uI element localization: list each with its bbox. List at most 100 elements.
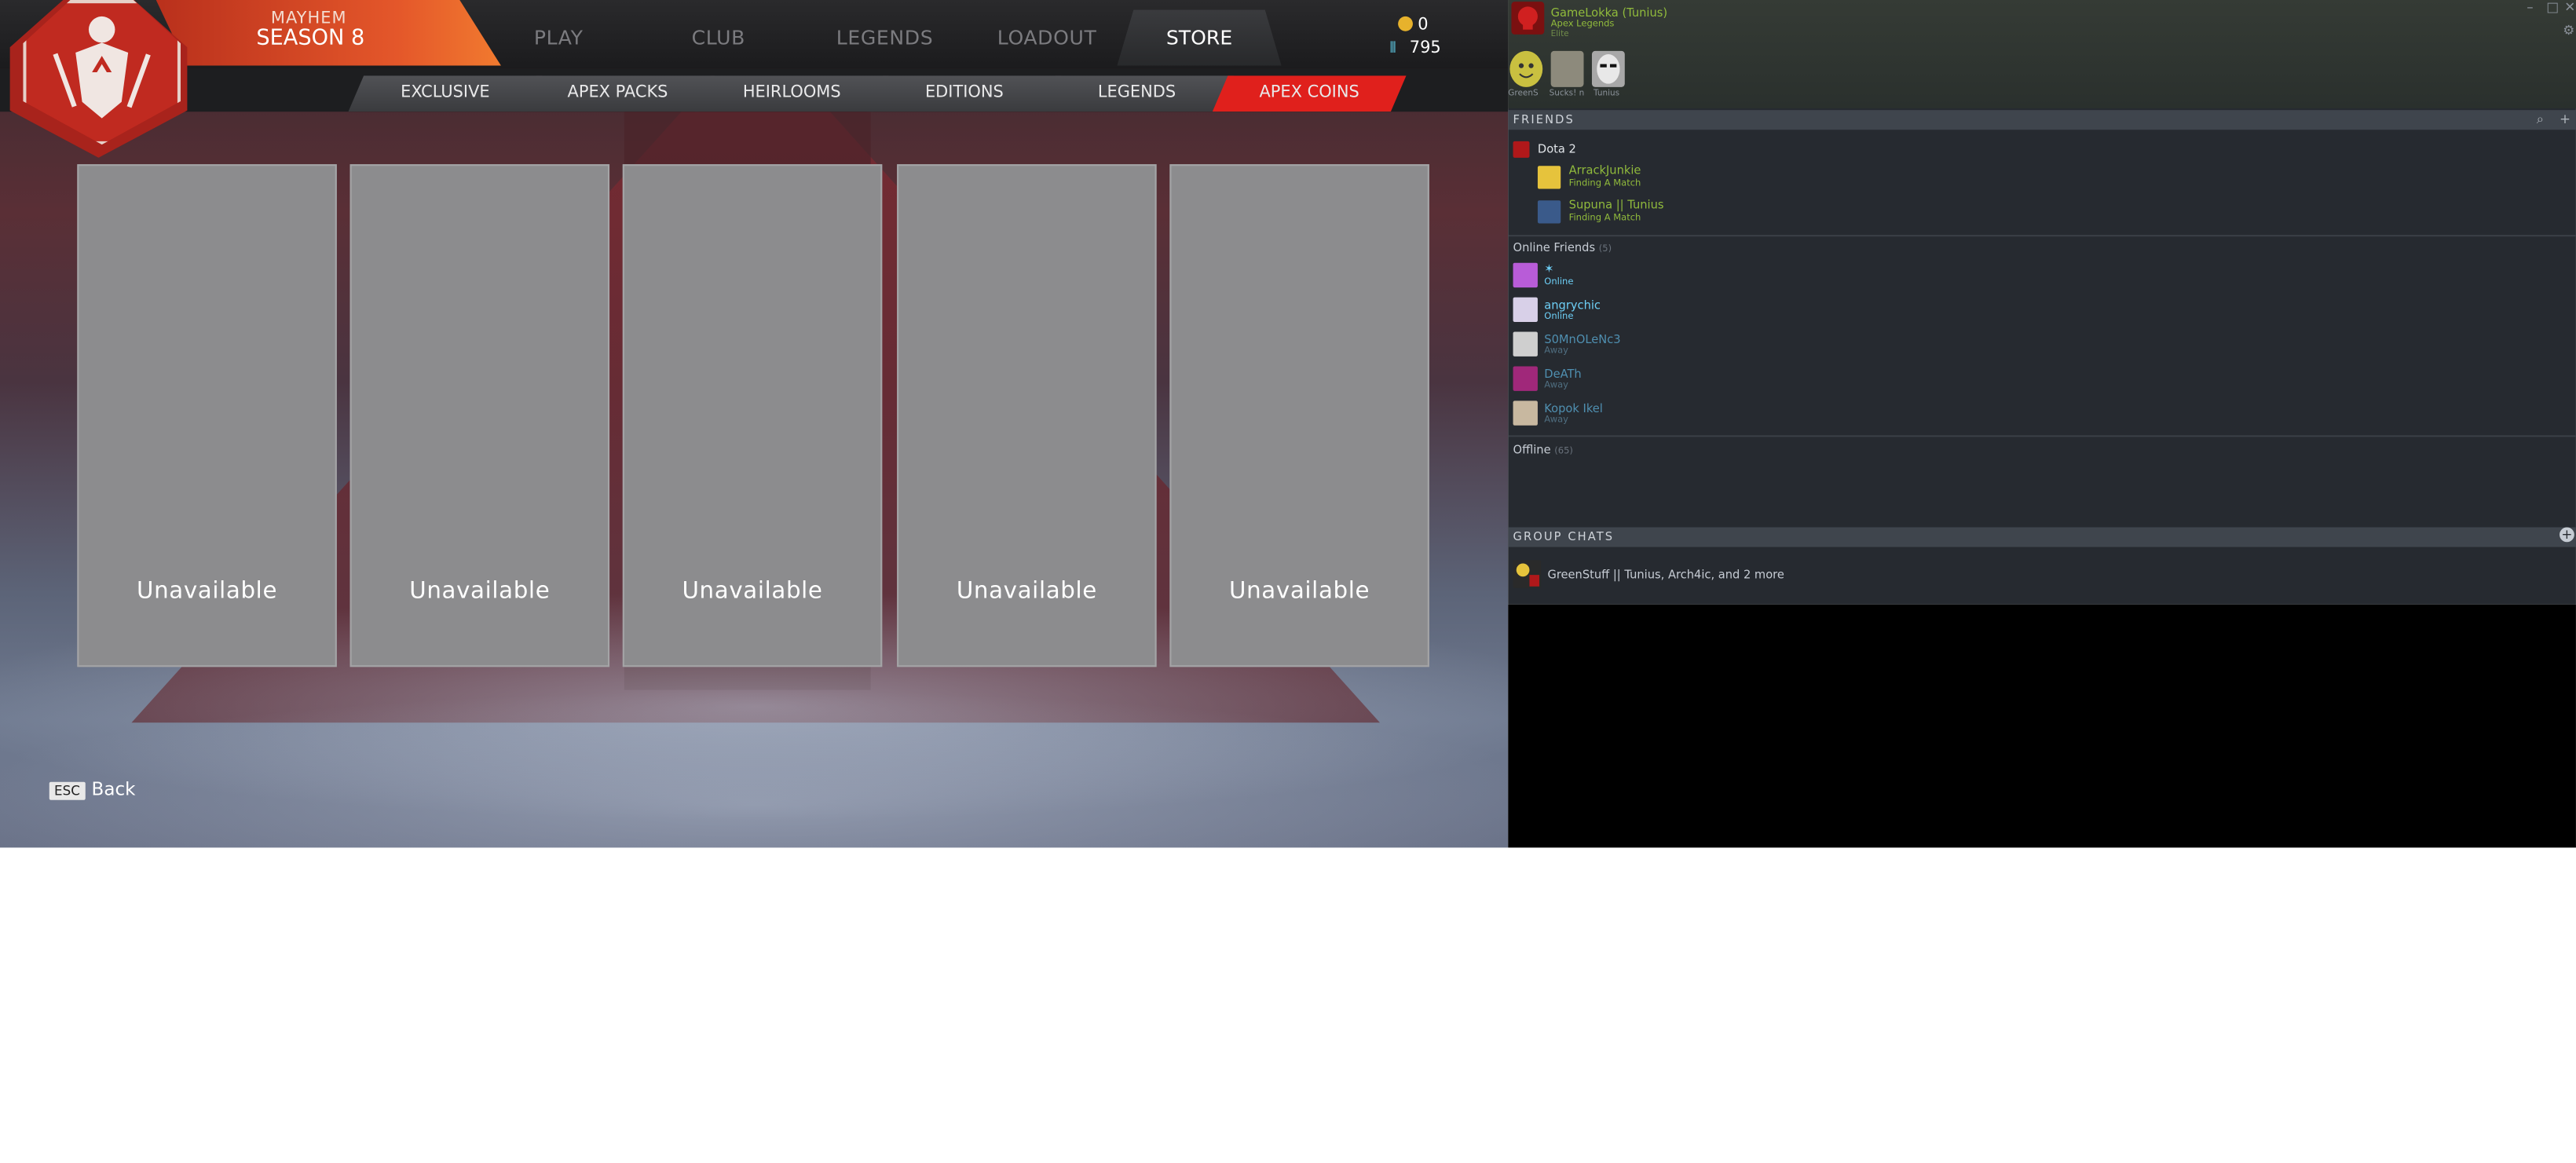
friend-avatar[interactable] — [1537, 166, 1561, 189]
favorite-label: Tunius — [1594, 88, 1620, 99]
maximize-icon[interactable]: □ — [2546, 0, 2559, 15]
subtab-exclusive[interactable]: EXCLUSIVE — [348, 75, 543, 112]
tab-play[interactable]: PLAY — [534, 26, 584, 49]
card-status: Unavailable — [682, 578, 823, 605]
subtab-label: APEX COINS — [1259, 83, 1359, 102]
offline-label: Offline — [1513, 443, 1551, 457]
user-rich-presence: Elite — [1550, 29, 1569, 40]
settings-gear-icon[interactable]: ⚙ — [2563, 23, 2574, 38]
add-group-chat-icon[interactable]: + — [2560, 527, 2574, 543]
favorite-label: GreenS — [1508, 88, 1539, 99]
subtab-apex-coins[interactable]: APEX COINS — [1212, 75, 1407, 112]
tab-club[interactable]: CLUB — [692, 26, 745, 49]
friend-status: Online — [1544, 312, 1574, 322]
steam-friends-window: GameLokka (Tunius) Apex Legends Elite – … — [1508, 0, 2576, 605]
coin-offer-card[interactable]: Unavailable — [1169, 164, 1429, 667]
skull-avatar-icon — [1517, 6, 1538, 30]
group-chat-name[interactable]: GreenStuff || Tunius, Arch4ic, and 2 mor… — [1547, 569, 1784, 582]
subtab-heirlooms[interactable]: HEIRLOOMS — [694, 75, 889, 112]
divider — [1508, 235, 2576, 237]
friends-header-label: FRIENDS — [1513, 113, 1575, 127]
card-status: Unavailable — [409, 578, 551, 605]
season-label: SEASON 8 — [256, 26, 365, 51]
steam-user-header — [1508, 0, 2576, 109]
mask-icon — [1597, 54, 1620, 84]
friend-avatar[interactable] — [1537, 200, 1561, 224]
friend-status: Away — [1544, 346, 1568, 357]
group-chats-label: GROUP CHATS — [1513, 530, 1615, 544]
friend-avatar[interactable] — [1513, 366, 1538, 391]
card-status: Unavailable — [956, 578, 1097, 605]
friend-status: Away — [1544, 415, 1568, 426]
back-label: Back — [91, 778, 136, 800]
friend-name[interactable]: DeATh — [1544, 368, 1581, 382]
online-friends-count: (5) — [1598, 244, 1612, 255]
friend-status: Finding A Match — [1568, 213, 1641, 224]
online-friends-header[interactable]: Online Friends (5) — [1513, 241, 1612, 254]
divider — [1508, 435, 2576, 437]
tab-loadout[interactable]: LOADOUT — [997, 26, 1097, 49]
online-friends-label: Online Friends — [1513, 241, 1596, 255]
smiley-icon — [1518, 63, 1534, 79]
apex-coins-balance: 0 — [1398, 16, 1429, 35]
coin-offer-card[interactable]: Unavailable — [77, 164, 337, 667]
card-status: Unavailable — [1229, 578, 1370, 605]
friend-status: Finding A Match — [1568, 179, 1641, 189]
friend-name[interactable]: Supuna || Tunius — [1569, 199, 1664, 212]
favorite-avatar[interactable] — [1591, 50, 1625, 87]
tab-store[interactable]: STORE — [1117, 9, 1282, 66]
friend-avatar[interactable] — [1513, 297, 1538, 322]
coin-offer-card[interactable]: Unavailable — [622, 164, 883, 667]
user-name[interactable]: GameLokka (Tunius) — [1551, 6, 1667, 20]
offline-friends-header[interactable]: Offline (65) — [1513, 444, 1573, 457]
favorite-label: Sucks! n — [1549, 88, 1585, 99]
friend-name[interactable]: angrychic — [1544, 299, 1601, 313]
friend-name[interactable]: Kopok Ikel — [1544, 402, 1603, 415]
group-chat-avatar[interactable] — [1513, 560, 1542, 588]
dota2-icon — [1513, 141, 1530, 158]
friend-name[interactable]: S0MnOLeNc3 — [1544, 334, 1620, 347]
crafting-metals-value: 795 — [1409, 39, 1441, 58]
subtab-label: HEIRLOOMS — [742, 83, 841, 102]
apex-coin-icon — [1398, 16, 1413, 31]
favorite-avatar[interactable] — [1550, 50, 1584, 87]
esc-key-hint: ESC — [49, 781, 86, 800]
subtab-label: EXCLUSIVE — [401, 83, 490, 102]
friend-status: Away — [1544, 381, 1568, 391]
friend-status: Online — [1544, 277, 1574, 288]
search-icon[interactable]: ⌕ — [2537, 112, 2544, 128]
card-status: Unavailable — [137, 578, 278, 605]
user-game-status: Apex Legends — [1550, 20, 1615, 30]
minimize-icon[interactable]: – — [2527, 0, 2533, 15]
offline-count: (65) — [1554, 446, 1573, 457]
tab-store-label: STORE — [1165, 26, 1233, 49]
apex-game-window: MAYHEM SEASON 8 PLAY CLUB LEGENDS LOADOU… — [0, 0, 1509, 848]
friend-avatar[interactable] — [1513, 400, 1538, 426]
subtab-label: EDITIONS — [924, 83, 1004, 102]
subtab-legends[interactable]: LEGENDS — [1040, 75, 1234, 112]
game-mode-label: MAYHEM — [270, 9, 347, 28]
apex-coins-value: 0 — [1418, 16, 1429, 35]
friend-avatar[interactable] — [1513, 262, 1538, 288]
add-friend-icon[interactable]: + — [2560, 112, 2571, 126]
group-chats-header: GROUP CHATS — [1508, 527, 2576, 547]
subtab-label: LEGENDS — [1097, 83, 1176, 102]
friend-name[interactable]: ArrackJunkie — [1569, 164, 1641, 177]
ingame-group-title[interactable]: Dota 2 — [1538, 143, 1576, 156]
desktop-black-area — [1508, 604, 2576, 848]
close-icon[interactable]: ✕ — [2564, 0, 2575, 15]
subtab-apex-packs[interactable]: APEX PACKS — [521, 75, 715, 112]
back-button[interactable]: ESC Back — [49, 778, 136, 800]
tab-legends[interactable]: LEGENDS — [836, 26, 934, 49]
crafting-metals-icon: ⫴ — [1389, 41, 1396, 58]
coin-offer-card[interactable]: Unavailable — [349, 164, 610, 667]
user-avatar[interactable] — [1511, 2, 1545, 35]
subtab-label: APEX PACKS — [567, 83, 668, 102]
friend-name[interactable]: ✶ — [1544, 263, 1553, 276]
favorite-avatar[interactable] — [1509, 50, 1543, 87]
subtab-editions[interactable]: EDITIONS — [867, 75, 1062, 112]
crafting-metals-balance: ⫴ 795 — [1390, 39, 1441, 57]
coin-offer-card[interactable]: Unavailable — [897, 164, 1157, 667]
friend-avatar[interactable] — [1513, 331, 1538, 357]
friends-section-header: FRIENDS — [1508, 110, 2576, 130]
